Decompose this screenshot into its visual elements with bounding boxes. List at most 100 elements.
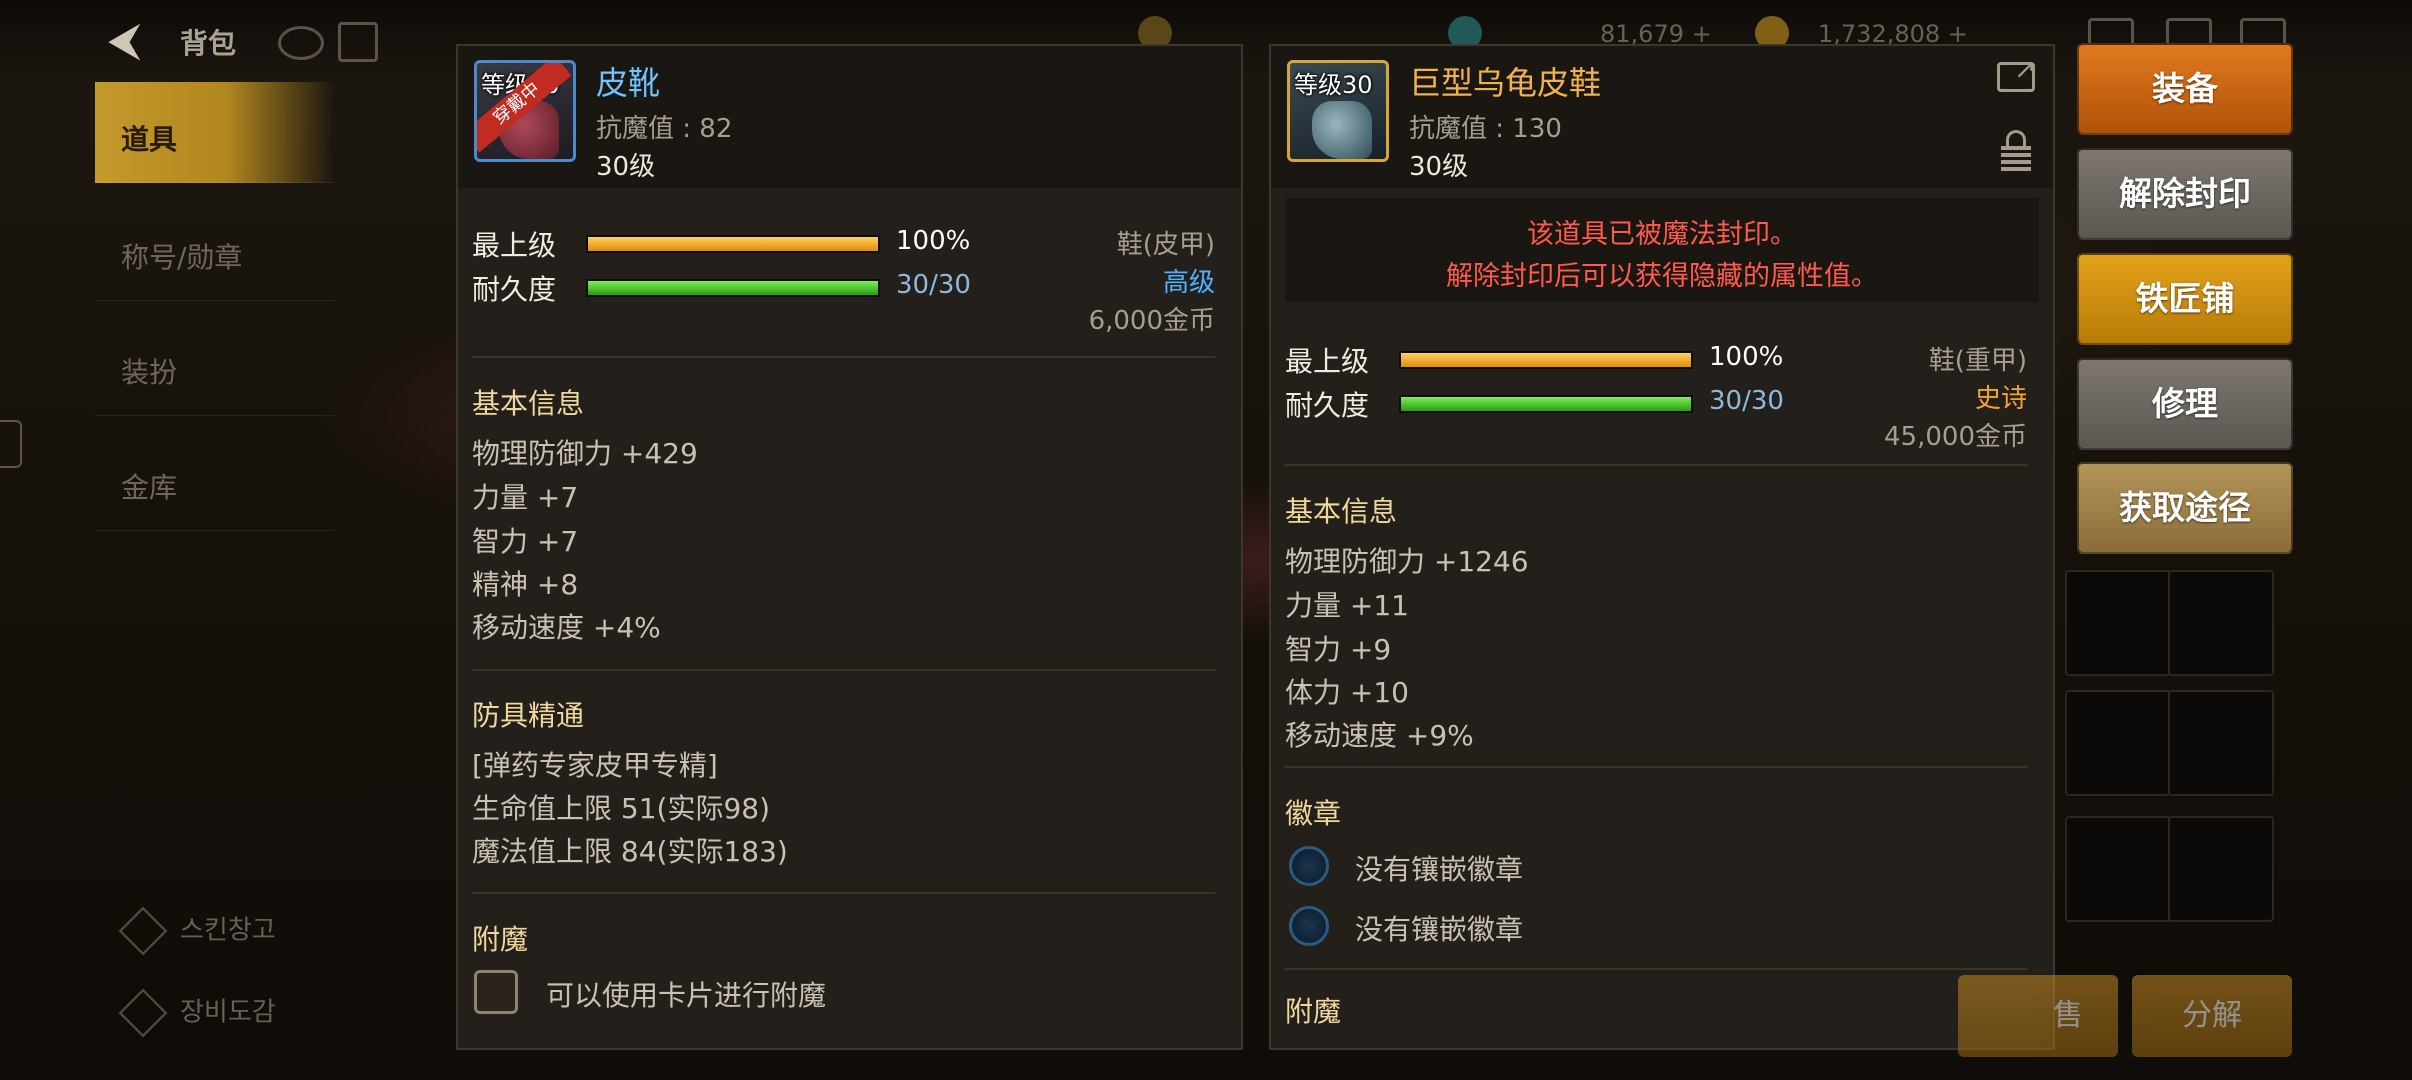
lock-body bbox=[2001, 146, 2031, 172]
emblem-title: 徽章 bbox=[1285, 797, 1342, 830]
emblem-slot-icon[interactable] bbox=[1289, 906, 1329, 946]
durability-bar bbox=[586, 279, 880, 297]
inventory-slot[interactable] bbox=[2168, 816, 2274, 922]
divider bbox=[472, 356, 1215, 358]
durability-fill bbox=[588, 281, 878, 295]
top-grade-bar bbox=[586, 235, 880, 253]
sell-label: 售 bbox=[2053, 998, 2083, 1033]
emblem-slot-icon[interactable] bbox=[1289, 846, 1329, 886]
emblem-slot-text: 没有镶嵌徽章 bbox=[1355, 853, 1524, 886]
enchant-title: 附魔 bbox=[1285, 995, 1342, 1028]
top-grade-fill bbox=[588, 237, 878, 251]
durability-bar bbox=[1399, 395, 1693, 413]
durability-label: 耐久度 bbox=[472, 273, 557, 306]
sidebar-item-items[interactable]: 道具 bbox=[95, 82, 335, 183]
stat-line: 力量 +11 bbox=[1285, 589, 1409, 622]
item-rarity: 史诗 bbox=[1974, 384, 2027, 414]
enchant-hint: 可以使用卡片进行附魔 bbox=[546, 979, 827, 1012]
inventory-slot[interactable] bbox=[2065, 570, 2171, 676]
equip-button[interactable]: 装备 bbox=[2077, 43, 2293, 135]
magic-resist: 抗魔值 : 130 bbox=[1409, 114, 1562, 144]
share-icon[interactable] bbox=[1997, 55, 2036, 92]
sidebar-item-label: 金库 bbox=[121, 471, 178, 504]
equipment-book-icon bbox=[118, 988, 168, 1038]
disassemble-button[interactable]: 分解 bbox=[2132, 975, 2292, 1057]
sidebar-item-label: 称号/勋章 bbox=[121, 241, 243, 274]
basic-info-title: 基本信息 bbox=[1285, 495, 1398, 528]
inventory-slot[interactable] bbox=[2065, 816, 2171, 922]
item-rarity: 高级 bbox=[1162, 268, 1215, 298]
unseal-button[interactable]: 解除封印 bbox=[2077, 148, 2293, 240]
durability-fill bbox=[1401, 397, 1691, 411]
sidebar-item-label: 道具 bbox=[121, 123, 178, 156]
obtain-source-button[interactable]: 获取途径 bbox=[2077, 462, 2293, 554]
sort-icon[interactable] bbox=[338, 22, 378, 62]
stat-line: 移动速度 +9% bbox=[1285, 719, 1474, 752]
divider bbox=[472, 892, 1215, 894]
sidebar-item-label: 装扮 bbox=[121, 356, 178, 389]
magic-resist: 抗魔值 : 82 bbox=[596, 114, 733, 144]
back-arrow-icon[interactable]: ⮜ bbox=[108, 14, 158, 64]
boot-image bbox=[1312, 101, 1372, 159]
divider bbox=[1285, 464, 2027, 466]
top-grade-bar bbox=[1399, 351, 1693, 369]
divider bbox=[472, 669, 1215, 671]
enchant-title: 附魔 bbox=[472, 923, 529, 956]
blacksmith-button[interactable]: 铁匠铺 bbox=[2077, 253, 2293, 345]
divider bbox=[1285, 968, 2027, 970]
equipment-book-button[interactable]: 장비도감 bbox=[118, 988, 276, 1038]
sidebar-item-avatar[interactable]: 装扮 bbox=[95, 315, 335, 416]
item-level: 30级 bbox=[596, 152, 656, 182]
eye-icon[interactable] bbox=[278, 26, 324, 60]
disassemble-label: 分解 bbox=[2182, 998, 2242, 1033]
armor-mastery-title: 防具精通 bbox=[472, 699, 585, 732]
card-slot-icon[interactable] bbox=[474, 970, 518, 1014]
durability-value: 30/30 bbox=[896, 270, 971, 300]
tooltip-header: 等级30 穿戴中 皮靴 抗魔值 : 82 30级 bbox=[458, 46, 1241, 188]
durability-label: 耐久度 bbox=[1285, 389, 1370, 422]
inventory-slot[interactable] bbox=[2168, 690, 2274, 796]
skin-storage-label: 스킨창고 bbox=[180, 915, 276, 946]
stat-line: 智力 +9 bbox=[1285, 633, 1392, 666]
item-type: 鞋(重甲) bbox=[1928, 346, 2027, 376]
sell-button[interactable]: 售 bbox=[1958, 975, 2118, 1057]
sealed-line: 该道具已被魔法封印。 bbox=[1527, 219, 1797, 250]
divider bbox=[1285, 766, 2027, 768]
page-title: 背包 bbox=[180, 27, 237, 60]
equipped-item-tooltip: 等级30 穿戴中 皮靴 抗魔值 : 82 30级 最上级 100% 耐久度 30… bbox=[456, 44, 1243, 1050]
durability-value: 30/30 bbox=[1709, 386, 1784, 416]
basic-info-title: 基本信息 bbox=[472, 387, 585, 420]
equipment-book-label: 장비도감 bbox=[180, 997, 276, 1028]
mastery-line: 生命值上限 51(实际98) bbox=[472, 792, 771, 825]
repair-button[interactable]: 修理 bbox=[2077, 358, 2293, 450]
emblem-slot-text: 没有镶嵌徽章 bbox=[1355, 913, 1524, 946]
item-level-tag: 等级30 bbox=[1294, 71, 1373, 99]
leather-boots-icon: 等级30 穿戴中 bbox=[474, 60, 576, 162]
stat-line: 移动速度 +4% bbox=[472, 611, 661, 644]
stat-line: 精神 +8 bbox=[472, 568, 579, 601]
inventory-slot[interactable] bbox=[2065, 690, 2171, 796]
mastery-line: 魔法值上限 84(实际183) bbox=[472, 835, 788, 868]
lock-icon[interactable] bbox=[2001, 130, 2031, 172]
item-level: 30级 bbox=[1409, 152, 1469, 182]
sidebar-item-titles[interactable]: 称号/勋章 bbox=[95, 200, 335, 301]
tooltip-header: 等级30 巨型乌龟皮鞋 抗魔值 : 130 30级 bbox=[1271, 46, 2053, 188]
sealed-line: 解除封印后可以获得隐藏的属性值。 bbox=[1446, 261, 1878, 292]
skin-storage-icon bbox=[118, 906, 168, 956]
item-name: 巨型乌龟皮鞋 bbox=[1409, 64, 1602, 102]
item-name: 皮靴 bbox=[596, 64, 661, 102]
side-handle-icon[interactable] bbox=[0, 420, 22, 468]
skin-storage-button[interactable]: 스킨창고 bbox=[118, 906, 276, 956]
sidebar-item-vault[interactable]: 金库 bbox=[95, 430, 335, 531]
item-type: 鞋(皮甲) bbox=[1116, 230, 1215, 260]
stat-line: 智力 +7 bbox=[472, 525, 579, 558]
stat-line: 力量 +7 bbox=[472, 481, 579, 514]
inventory-slot[interactable] bbox=[2168, 570, 2274, 676]
top-grade-value: 100% bbox=[896, 226, 971, 256]
item-price: 6,000金币 bbox=[1088, 306, 1215, 336]
item-price: 45,000金币 bbox=[1884, 422, 2027, 452]
top-grade-label: 最上级 bbox=[1285, 345, 1370, 378]
compare-item-tooltip: 等级30 巨型乌龟皮鞋 抗魔值 : 130 30级 该道具已被魔法封印。 解除封… bbox=[1269, 44, 2055, 1050]
top-grade-label: 最上级 bbox=[472, 229, 557, 262]
top-grade-fill bbox=[1401, 353, 1691, 367]
